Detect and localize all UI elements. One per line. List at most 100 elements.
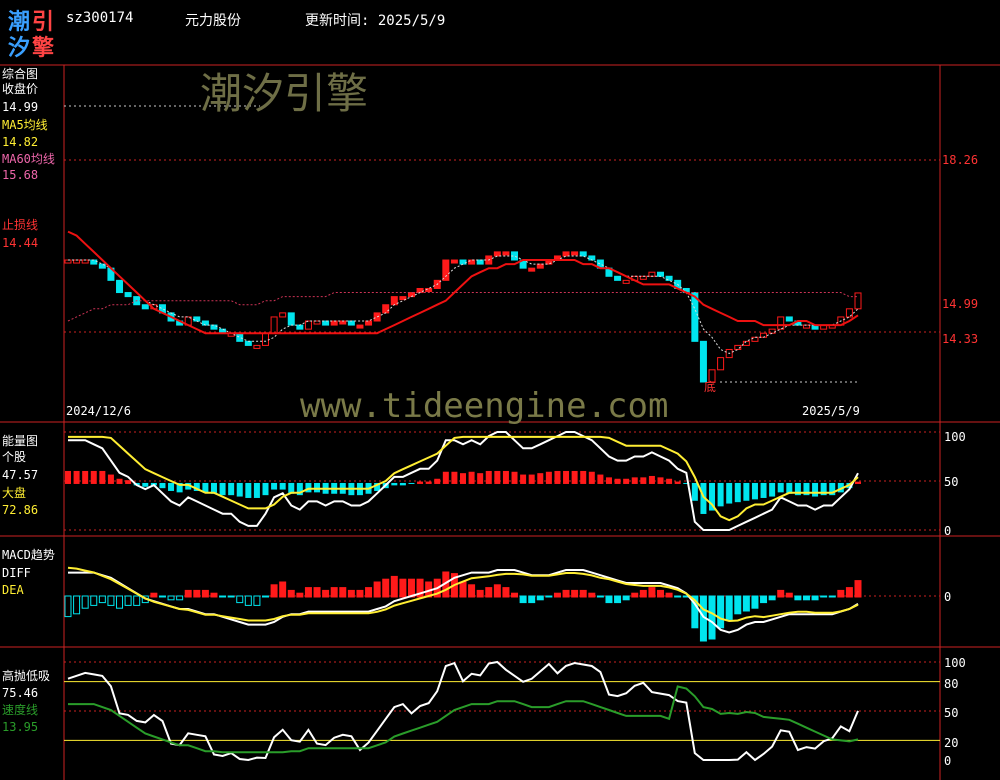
price-candle: [124, 292, 132, 298]
energy-bar: [442, 471, 449, 484]
update-time: 更新时间: 2025/5/9: [305, 13, 446, 29]
price-candle: [442, 259, 450, 281]
energy-bar: [116, 478, 123, 484]
price-candle: [493, 251, 501, 257]
stoploss-label: 止损线: [2, 218, 39, 232]
macd-bar: [820, 595, 828, 598]
energy-bar: [623, 478, 630, 484]
macd-bar: [596, 595, 604, 598]
macd-bar: [639, 589, 647, 598]
gaopao-tick-80: 80: [944, 677, 959, 691]
macd-bar: [622, 595, 630, 601]
energy-bar: [743, 482, 750, 501]
gaopao-speed-value: 13.95: [2, 720, 39, 734]
brand-watermark: 潮汐引擎: [200, 69, 369, 118]
energy-bar: [855, 481, 861, 484]
price-candle: [777, 316, 785, 330]
price-candle: [90, 259, 98, 265]
price-candle: [330, 320, 338, 326]
macd-bar: [150, 592, 158, 598]
macd-bar: [614, 595, 622, 604]
macd-bar: [794, 595, 802, 601]
macd-bar: [116, 595, 124, 609]
energy-bar: [580, 470, 587, 484]
energy-bar: [674, 481, 681, 484]
macd-bar: [356, 589, 364, 598]
macd-bar: [742, 595, 750, 612]
energy-bar: [563, 470, 570, 484]
macd-bar: [296, 592, 304, 598]
energy-panel-plot: [64, 431, 940, 531]
stoploss-line: [67, 230, 859, 335]
energy-bar: [520, 474, 527, 484]
energy-tick-100: 100: [944, 430, 966, 444]
macd-bar: [493, 584, 501, 598]
price-candle: [373, 312, 381, 322]
energy-bar: [271, 482, 278, 490]
price-candle: [502, 251, 510, 256]
price-candle: [854, 292, 862, 310]
macd-bar: [399, 578, 407, 598]
macd-bar: [777, 589, 785, 598]
price-candle: [201, 320, 209, 326]
macd-bar: [210, 592, 218, 598]
macd-bar: [227, 595, 235, 598]
macd-bar: [244, 595, 252, 606]
macd-bar: [304, 587, 312, 598]
price-candle: [279, 312, 287, 318]
macd-bar: [511, 592, 519, 598]
macd-bar: [725, 595, 733, 620]
price-candle: [528, 267, 536, 272]
price-candle: [622, 279, 630, 284]
price-tick-low: 14.33: [942, 332, 979, 346]
gaopao-panel-plot: [64, 660, 940, 762]
macd-bar: [330, 587, 338, 598]
ma5-value: 14.82: [2, 135, 39, 149]
macd-bar: [768, 595, 776, 601]
gaopao-main-value: 75.46: [2, 686, 39, 700]
energy-bar: [460, 473, 466, 484]
energy-market-label: 大盘: [2, 486, 27, 500]
energy-bar: [777, 482, 784, 493]
macd-bar: [158, 595, 166, 598]
energy-bar: [253, 482, 260, 498]
stock-name[interactable]: 元力股份: [185, 10, 241, 30]
energy-bar: [502, 470, 509, 484]
energy-bar: [769, 482, 776, 497]
macd-bar: [167, 595, 175, 601]
price-tick-close: 14.99: [942, 297, 979, 311]
price-candle: [785, 316, 793, 322]
energy-bar: [90, 470, 97, 484]
gaopao-speed-line: [68, 685, 859, 754]
stock-code[interactable]: sz300174: [66, 10, 133, 26]
energy-bar: [588, 471, 595, 484]
macd-bar: [631, 592, 639, 598]
gaopao-tick-20: 20: [944, 736, 959, 750]
price-candle: [304, 320, 312, 330]
energy-bar: [107, 474, 114, 484]
energy-bar: [425, 481, 432, 484]
price-candle: [476, 259, 484, 265]
stoploss-value: 14.44: [2, 236, 39, 250]
energy-bar: [417, 481, 424, 484]
macd-bar: [236, 595, 244, 604]
energy-bar: [571, 470, 578, 484]
close-label: 收盘价: [2, 82, 39, 96]
energy-bar: [812, 482, 819, 497]
macd-bar: [176, 595, 184, 601]
price-candle: [588, 255, 596, 261]
price-candle: [141, 304, 149, 310]
macd-bar: [545, 595, 553, 598]
price-candle: [614, 275, 622, 281]
macd-bar: [708, 595, 716, 640]
macd-bar: [339, 587, 347, 598]
energy-bar: [142, 482, 149, 487]
energy-bar: [726, 482, 733, 504]
energy-bar: [751, 482, 758, 500]
ma60-label: MA60均线: [2, 152, 55, 166]
macd-bar: [785, 592, 793, 598]
macd-bar: [279, 581, 287, 598]
macd-bar: [519, 595, 527, 604]
macd-bar: [802, 595, 810, 601]
energy-bar: [65, 470, 71, 484]
